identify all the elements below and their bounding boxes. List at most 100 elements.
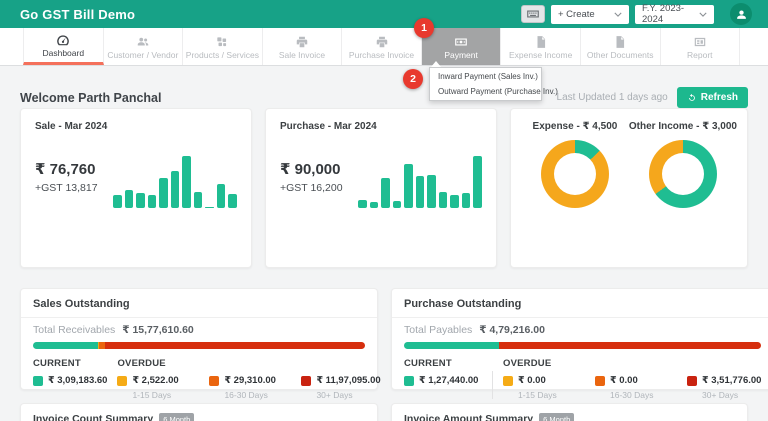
user-avatar[interactable] [730, 3, 752, 25]
tab-report[interactable]: Report [661, 28, 741, 65]
tab-sale-invoice[interactable]: Sale Invoice [263, 28, 343, 65]
purchase-card-title: Purchase - Mar 2024 [280, 121, 377, 132]
sales-outstanding-title: Sales Outstanding [21, 289, 377, 318]
top-bar: Go GST Bill Demo + Create F.Y. 2023-2024 [0, 0, 768, 28]
keyboard-icon [526, 7, 540, 21]
welcome-actions: Last Updated 1 days ago Refresh [557, 87, 748, 108]
outstanding-row: Sales Outstanding Total Receivables ₹ 15… [20, 288, 768, 400]
printer-icon [295, 35, 309, 49]
annotation-step-2-badge: 2 [403, 69, 423, 89]
other-income-donut-chart [648, 140, 717, 208]
keyboard-shortcuts-button[interactable] [521, 5, 545, 23]
boxes-icon [215, 35, 229, 49]
summary-cards-row: Sale - Mar 2024 ₹ 76,760 +GST 13,817 Pur… [20, 108, 748, 268]
six-month-badge: 6 Month [159, 413, 195, 421]
overdue-days-label: 30+ Days [316, 390, 353, 400]
overdue-header: OVERDUE [117, 358, 166, 369]
tab-customer-vendor[interactable]: Customer / Vendor [104, 28, 184, 65]
purchase-bar-chart [358, 154, 483, 208]
total-payables-value: ₹ 4,79,216.00 [479, 324, 545, 336]
overdue-days-label: 16-30 Days [224, 390, 268, 400]
tab-expense-income[interactable]: Expense Income [501, 28, 581, 65]
overdue-value: ₹ 0.00 [518, 375, 546, 386]
invoice-summary-row: Invoice Count Summary 6 Month Invoice Am… [20, 403, 748, 421]
topbar-actions: + Create F.Y. 2023-2024 [521, 3, 752, 25]
invoice-amount-summary-title: Invoice Amount Summary [404, 413, 534, 421]
other-income-donut-title: Other Income - ₹ 3,000 [628, 121, 737, 132]
expense-donut-chart [540, 140, 609, 208]
total-receivables-label: Total Receivables [33, 324, 116, 336]
cash-icon [454, 35, 468, 49]
chevron-down-icon [614, 12, 622, 17]
purchase-amount: ₹ 90,000 [280, 161, 341, 178]
annotation-step-1-badge: 1 [414, 18, 434, 38]
financial-year-label: F.Y. 2023-2024 [642, 3, 685, 25]
tab-label: Other Documents [586, 49, 654, 60]
tab-products-services[interactable]: Products / Services [183, 28, 263, 65]
sale-bar-chart [113, 154, 238, 208]
sales-outstanding-progress-bar [33, 342, 365, 349]
refresh-label: Refresh [700, 92, 738, 103]
main-nav: Dashboard Customer / Vendor Products / S… [0, 28, 768, 66]
overdue-value: ₹ 0.00 [610, 375, 638, 386]
overdue-days-label: 30+ Days [702, 390, 739, 400]
payment-dropdown-menu: Inward Payment (Sales Inv.) Outward Paym… [429, 67, 558, 101]
total-receivables-value: ₹ 15,77,610.60 [122, 324, 194, 336]
tab-label: Sale Invoice [278, 49, 326, 60]
content-area: Welcome Parth Panchal Last Updated 1 day… [0, 87, 768, 421]
current-legend-item: ₹ 3,09,183.60 [33, 375, 107, 386]
financial-year-dropdown[interactable]: F.Y. 2023-2024 [635, 3, 714, 25]
sales-outstanding-card: Sales Outstanding Total Receivables ₹ 15… [20, 288, 381, 400]
menu-item-outward-payment[interactable]: Outward Payment (Purchase Inv.) [430, 84, 558, 99]
current-value: ₹ 1,27,440.00 [419, 375, 479, 386]
menu-item-inward-payment[interactable]: Inward Payment (Sales Inv.) [430, 69, 541, 84]
sale-amount: ₹ 76,760 [35, 161, 96, 178]
tab-label: Purchase Invoice [348, 49, 415, 60]
report-icon [693, 35, 707, 49]
total-payables-label: Total Payables [404, 324, 473, 336]
legend-swatch [503, 375, 513, 386]
purchase-gst: +GST 16,200 [280, 182, 343, 194]
legend-swatch [301, 375, 312, 386]
overdue-bucket: ₹ 2,522.00 1-15 Days [117, 369, 209, 400]
tab-label: Expense Income [508, 49, 573, 60]
overdue-days-label: 1-15 Days [132, 390, 172, 400]
tab-label: Products / Services [185, 49, 260, 60]
expense-income-card: Expense - ₹ 4,500 Other Income - ₹ 3,000 [510, 108, 748, 268]
purchase-outstanding-progress-bar [404, 342, 762, 349]
create-dropdown[interactable]: + Create [551, 4, 629, 24]
purchase-outstanding-card: Purchase Outstanding Total Payables ₹ 4,… [391, 288, 768, 400]
printer-icon [375, 35, 389, 49]
invoice-count-summary-title: Invoice Count Summary [33, 413, 154, 421]
sale-card: Sale - Mar 2024 ₹ 76,760 +GST 13,817 [20, 108, 252, 268]
overdue-header: OVERDUE [503, 358, 552, 369]
current-header: CURRENT [33, 358, 81, 369]
speedometer-icon [56, 33, 70, 47]
tab-other-documents[interactable]: Other Documents [581, 28, 661, 65]
chevron-down-icon [699, 12, 707, 17]
overdue-bucket: ₹ 3,51,776.00 30+ Days [687, 369, 761, 400]
sale-gst: +GST 13,817 [35, 182, 98, 194]
tab-purchase-invoice[interactable]: Purchase Invoice [342, 28, 422, 65]
overdue-value: ₹ 2,522.00 [132, 375, 179, 386]
app-title: Go GST Bill Demo [20, 6, 136, 22]
current-value: ₹ 3,09,183.60 [48, 375, 108, 386]
invoice-count-summary-card: Invoice Count Summary 6 Month [20, 403, 378, 421]
overdue-value: ₹ 29,310.00 [224, 375, 276, 386]
legend-swatch [404, 375, 414, 386]
tab-label: Customer / Vendor [107, 49, 179, 60]
last-updated-text: Last Updated 1 days ago [556, 92, 668, 103]
person-icon [735, 8, 748, 21]
expense-donut-title: Expense - ₹ 4,500 [532, 121, 618, 132]
legend-divider [492, 371, 493, 399]
tab-label: Report [687, 49, 713, 60]
sale-card-title: Sale - Mar 2024 [35, 121, 108, 132]
six-month-badge: 6 Month [539, 413, 575, 421]
tab-dashboard[interactable]: Dashboard [23, 28, 104, 65]
overdue-bucket: ₹ 0.00 16-30 Days [595, 369, 687, 400]
tab-payment[interactable]: Payment [421, 28, 502, 65]
overdue-value: ₹ 11,97,095.00 [316, 375, 381, 386]
legend-swatch [117, 375, 128, 386]
overdue-value: ₹ 3,51,776.00 [702, 375, 762, 386]
refresh-button[interactable]: Refresh [676, 87, 748, 108]
